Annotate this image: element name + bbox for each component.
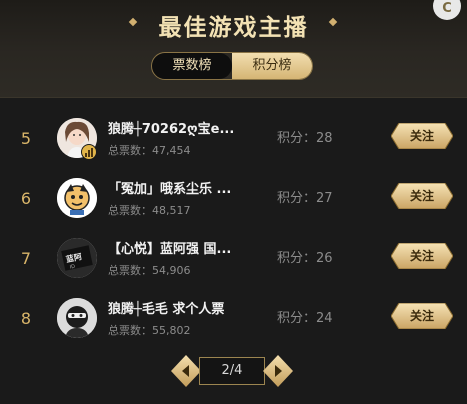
page-title: 最佳游戏主播 <box>158 15 309 41</box>
page-indicator: 2/4 <box>199 357 265 385</box>
score: 积分：27 <box>277 191 333 206</box>
vote-count: 总票数：48,517 <box>108 204 191 217</box>
ranking-panel: 最佳游戏主播 C 票数榜 积分榜 5 狼腾┼70262ღ宝e... 总票数：47… <box>0 0 467 404</box>
rank-number: 5 <box>20 129 32 148</box>
follow-button[interactable]: 关注 <box>391 303 453 329</box>
streamer-name[interactable]: 狼腾┼毛毛 求个人票 <box>108 298 250 317</box>
follow-button[interactable]: 关注 <box>391 123 453 149</box>
next-page-button[interactable] <box>263 355 293 387</box>
follow-button[interactable]: 关注 <box>391 183 453 209</box>
follow-label: 关注 <box>409 129 434 143</box>
ranking-tabs: 票数榜 积分榜 <box>151 52 313 80</box>
follow-label: 关注 <box>409 309 434 323</box>
score: 积分：26 <box>277 251 333 266</box>
follow-button[interactable]: 关注 <box>391 243 453 269</box>
level-bars-icon <box>81 144 97 160</box>
follow-label: 关注 <box>409 249 434 263</box>
list-item: 5 狼腾┼70262ღ宝e... 总票数：47,454 积分：28 关注 <box>0 111 467 171</box>
avatar[interactable] <box>57 298 97 338</box>
rank-number: 6 <box>20 189 32 208</box>
pagination: 2/4 <box>171 355 293 387</box>
follow-label: 关注 <box>409 189 434 203</box>
list-item: 8 狼腾┼毛毛 求个人票 总票数：55,802 积分：24 关注 <box>0 291 467 351</box>
prev-page-button[interactable] <box>171 355 201 387</box>
streamer-name[interactable]: 【心悦】蓝阿强 国... <box>108 238 250 257</box>
score: 积分：24 <box>277 311 333 326</box>
avatar[interactable]: 蓝阿 ID <box>57 238 97 278</box>
vote-count: 总票数：55,802 <box>108 324 191 337</box>
list-item: 6 「冤加」哦系尘乐 ... 总票数：48,517 积分：27 关注 <box>0 171 467 231</box>
score: 积分：28 <box>277 131 333 146</box>
streamer-name[interactable]: 狼腾┼70262ღ宝e... <box>108 118 250 137</box>
rank-number: 8 <box>20 309 32 328</box>
rank-number: 7 <box>20 249 32 268</box>
streamer-name[interactable]: 「冤加」哦系尘乐 ... <box>108 178 250 197</box>
header: 最佳游戏主播 C 票数榜 积分榜 <box>0 0 467 98</box>
tab-points[interactable]: 积分榜 <box>232 53 312 79</box>
avatar[interactable] <box>57 178 97 218</box>
vote-count: 总票数：54,906 <box>108 264 191 277</box>
tab-votes[interactable]: 票数榜 <box>152 53 232 79</box>
vote-count: 总票数：47,454 <box>108 144 191 157</box>
list-item: 7 蓝阿 ID 【心悦】蓝阿强 国... 总票数：54,906 积分：26 关注 <box>0 231 467 291</box>
